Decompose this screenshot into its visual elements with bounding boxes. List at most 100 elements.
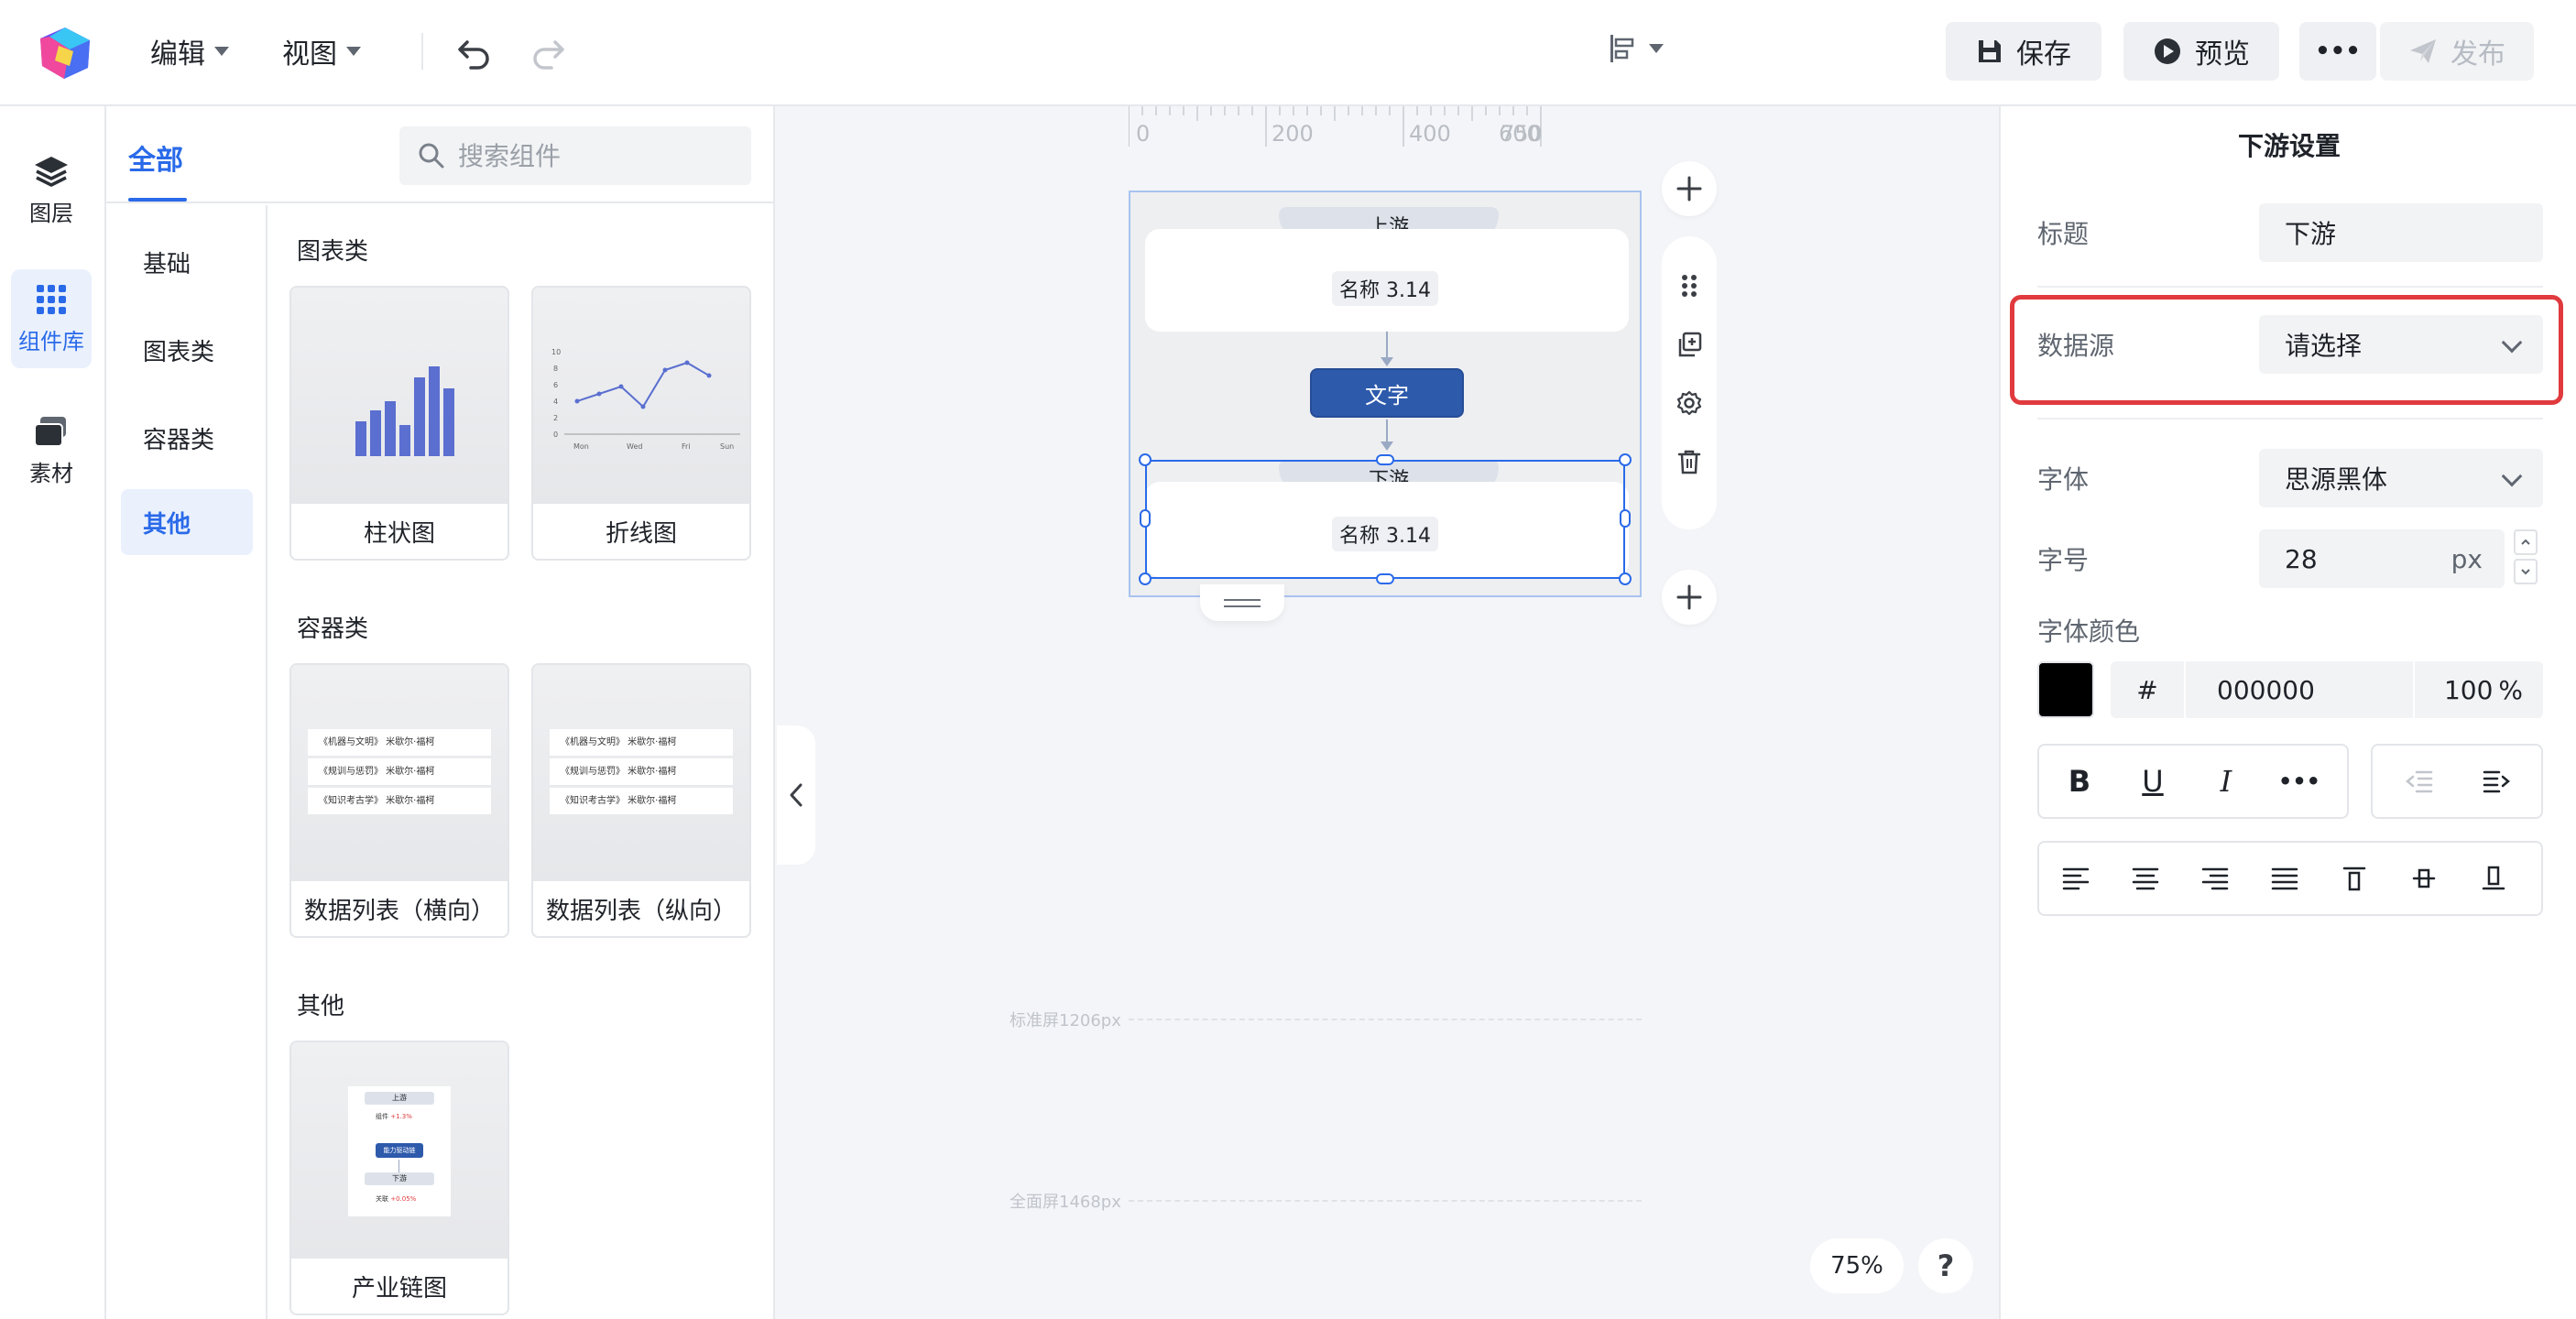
increment-button[interactable] bbox=[2514, 529, 2538, 555]
undo-icon[interactable] bbox=[454, 31, 495, 71]
selection-box[interactable] bbox=[1145, 460, 1625, 579]
color-opacity-field[interactable]: 100% bbox=[2415, 661, 2543, 718]
resize-handle-top[interactable] bbox=[1376, 454, 1394, 465]
align-right-button[interactable] bbox=[2178, 843, 2252, 914]
color-opacity-unit: % bbox=[2498, 674, 2523, 705]
ruler-label: 0 bbox=[1136, 121, 1151, 147]
artboard[interactable]: 上游 名称 3.14 文字 下游 名称 3.14 bbox=[1129, 191, 1642, 597]
rail-item-assets[interactable]: 素材 bbox=[11, 401, 92, 500]
middle-text-node[interactable]: 文字 bbox=[1310, 368, 1464, 418]
indent-button[interactable] bbox=[2461, 746, 2534, 817]
save-label: 保存 bbox=[2016, 38, 2071, 71]
more-button[interactable]: ••• bbox=[2299, 22, 2376, 81]
active-tab-indicator bbox=[128, 198, 187, 202]
upstream-node-body[interactable]: 名称 3.14 bbox=[1145, 229, 1629, 332]
category-containers[interactable]: 容器类 bbox=[121, 405, 253, 471]
resize-handle-right[interactable] bbox=[1620, 509, 1631, 528]
resize-handle-bottom[interactable] bbox=[1376, 573, 1394, 584]
outdent-button[interactable] bbox=[2382, 746, 2455, 817]
align-center-text-icon bbox=[2132, 867, 2159, 890]
zoom-level-button[interactable]: 75% bbox=[1810, 1238, 1904, 1293]
valign-middle-button[interactable] bbox=[2387, 843, 2461, 914]
top-toolbar: 编辑 视图 保存 预览 ••• 发布 bbox=[0, 0, 2576, 106]
color-hex-field[interactable]: 000000 bbox=[2186, 661, 2413, 718]
collapse-panel-button[interactable] bbox=[777, 725, 815, 865]
underline-button[interactable]: U bbox=[2116, 746, 2189, 817]
italic-button[interactable]: I bbox=[2189, 746, 2263, 817]
component-card-data-list-horizontal[interactable]: 《机器与文明》 米歇尔·福柯 《规训与惩罚》 米歇尔·福柯 《知识考古学》 米歇… bbox=[289, 663, 509, 938]
align-center-button[interactable] bbox=[2109, 843, 2182, 914]
thumb-up-node: 上游 bbox=[365, 1092, 434, 1105]
full-screen-label: 全面屏1468px bbox=[1010, 1193, 1121, 1212]
chain-thumb-canvas: 上游 组件 +1.3% 能力驱动链 下游 关联 +0.05% bbox=[348, 1086, 451, 1216]
search-input[interactable] bbox=[458, 140, 733, 171]
thumb-chip-value: +0.05% bbox=[390, 1195, 417, 1203]
component-card-line-chart[interactable]: 10 8 6 4 2 0 Mon Wed Fri Sun 折线图 bbox=[531, 286, 751, 561]
color-hex-value[interactable]: 000000 bbox=[2217, 675, 2315, 705]
decrement-button[interactable] bbox=[2514, 559, 2538, 584]
trash-icon[interactable] bbox=[1676, 449, 1702, 474]
bar-chart-thumbnail-icon bbox=[355, 366, 454, 456]
thumb-list-row: 《规训与惩罚》 米歇尔·福柯 bbox=[308, 758, 491, 786]
valign-bottom-button[interactable] bbox=[2457, 843, 2530, 914]
redo-icon[interactable] bbox=[528, 31, 568, 71]
color-opacity-value[interactable]: 100 bbox=[2444, 675, 2493, 705]
category-charts[interactable]: 图表类 bbox=[121, 317, 253, 383]
font-color-swatch[interactable] bbox=[2037, 661, 2094, 718]
save-button[interactable]: 保存 bbox=[1946, 22, 2101, 81]
connector-arrow-icon bbox=[1381, 441, 1393, 451]
more-styles-button[interactable]: ••• bbox=[2263, 746, 2336, 817]
rail-item-components[interactable]: 组件库 bbox=[11, 269, 92, 368]
category-other[interactable]: 其他 bbox=[121, 489, 253, 555]
duplicate-icon[interactable] bbox=[1676, 332, 1702, 357]
edit-menu[interactable]: 编辑 bbox=[150, 31, 229, 71]
upstream-chip[interactable]: 名称 3.14 bbox=[1332, 271, 1438, 306]
font-value: 思源黑体 bbox=[2285, 464, 2388, 495]
add-below-button[interactable] bbox=[1662, 570, 1717, 625]
title-field[interactable] bbox=[2259, 203, 2543, 262]
add-above-button[interactable] bbox=[1662, 161, 1717, 216]
tab-all[interactable]: 全部 bbox=[128, 137, 183, 178]
component-search[interactable] bbox=[399, 126, 751, 185]
panel-title: 下游设置 bbox=[2237, 131, 2341, 161]
resize-handle-top-right[interactable] bbox=[1619, 453, 1632, 466]
justify-button[interactable] bbox=[2248, 843, 2321, 914]
fontsize-field[interactable]: px bbox=[2259, 529, 2505, 588]
view-menu[interactable]: 视图 bbox=[282, 31, 361, 71]
category-basic-item[interactable]: 基础 bbox=[121, 229, 253, 295]
thumb-y-tick: 2 bbox=[553, 414, 558, 422]
more-icon: ••• bbox=[2315, 38, 2361, 65]
resize-handle-left[interactable] bbox=[1140, 509, 1151, 528]
align-dropdown[interactable] bbox=[1609, 33, 1664, 64]
card-label: 柱状图 bbox=[363, 520, 435, 548]
preview-button[interactable]: 预览 bbox=[2123, 22, 2279, 81]
app-logo-icon[interactable] bbox=[37, 26, 93, 81]
fontsize-input[interactable] bbox=[2285, 543, 2422, 574]
help-button[interactable]: ? bbox=[1918, 1238, 1973, 1293]
thumb-chip-value: +1.3% bbox=[390, 1113, 412, 1120]
artboard-resize-grip[interactable] bbox=[1200, 584, 1284, 621]
component-card-industry-chain[interactable]: 上游 组件 +1.3% 能力驱动链 下游 关联 +0.05% 产业链图 bbox=[289, 1041, 509, 1315]
publish-button[interactable]: 发布 bbox=[2380, 22, 2534, 81]
title-input[interactable] bbox=[2285, 217, 2523, 248]
font-select[interactable]: 思源黑体 bbox=[2259, 449, 2543, 507]
editor-canvas[interactable]: 0 200 400 600 750 上游 名称 3.14 文字 下游 名称 3.… bbox=[777, 106, 1997, 1319]
gear-icon[interactable] bbox=[1676, 390, 1702, 416]
component-card-data-list-vertical[interactable]: 《机器与文明》 米歇尔·福柯 《规训与惩罚》 米歇尔·福柯 《知识考古学》 米歇… bbox=[531, 663, 751, 938]
datasource-select[interactable]: 请选择 bbox=[2259, 315, 2543, 374]
caret-down-icon bbox=[1649, 44, 1664, 53]
more-icon: ••• bbox=[2277, 769, 2321, 794]
align-left-button[interactable] bbox=[2039, 843, 2112, 914]
rail-item-layers[interactable]: 图层 bbox=[11, 141, 92, 240]
fontsize-stepper[interactable] bbox=[2514, 529, 2538, 586]
resize-handle-top-left[interactable] bbox=[1139, 453, 1152, 466]
drag-handle-icon[interactable] bbox=[1676, 273, 1702, 299]
underline-icon: U bbox=[2142, 764, 2164, 799]
resize-handle-bottom-right[interactable] bbox=[1619, 572, 1632, 585]
resize-handle-bottom-left[interactable] bbox=[1139, 572, 1152, 585]
valign-top-button[interactable] bbox=[2318, 843, 2391, 914]
publish-label: 发布 bbox=[2450, 38, 2505, 71]
bold-button[interactable]: B bbox=[2043, 746, 2116, 817]
component-card-bar-chart[interactable]: 柱状图 bbox=[289, 286, 509, 561]
thumb-x-tick: Wed bbox=[627, 442, 642, 451]
